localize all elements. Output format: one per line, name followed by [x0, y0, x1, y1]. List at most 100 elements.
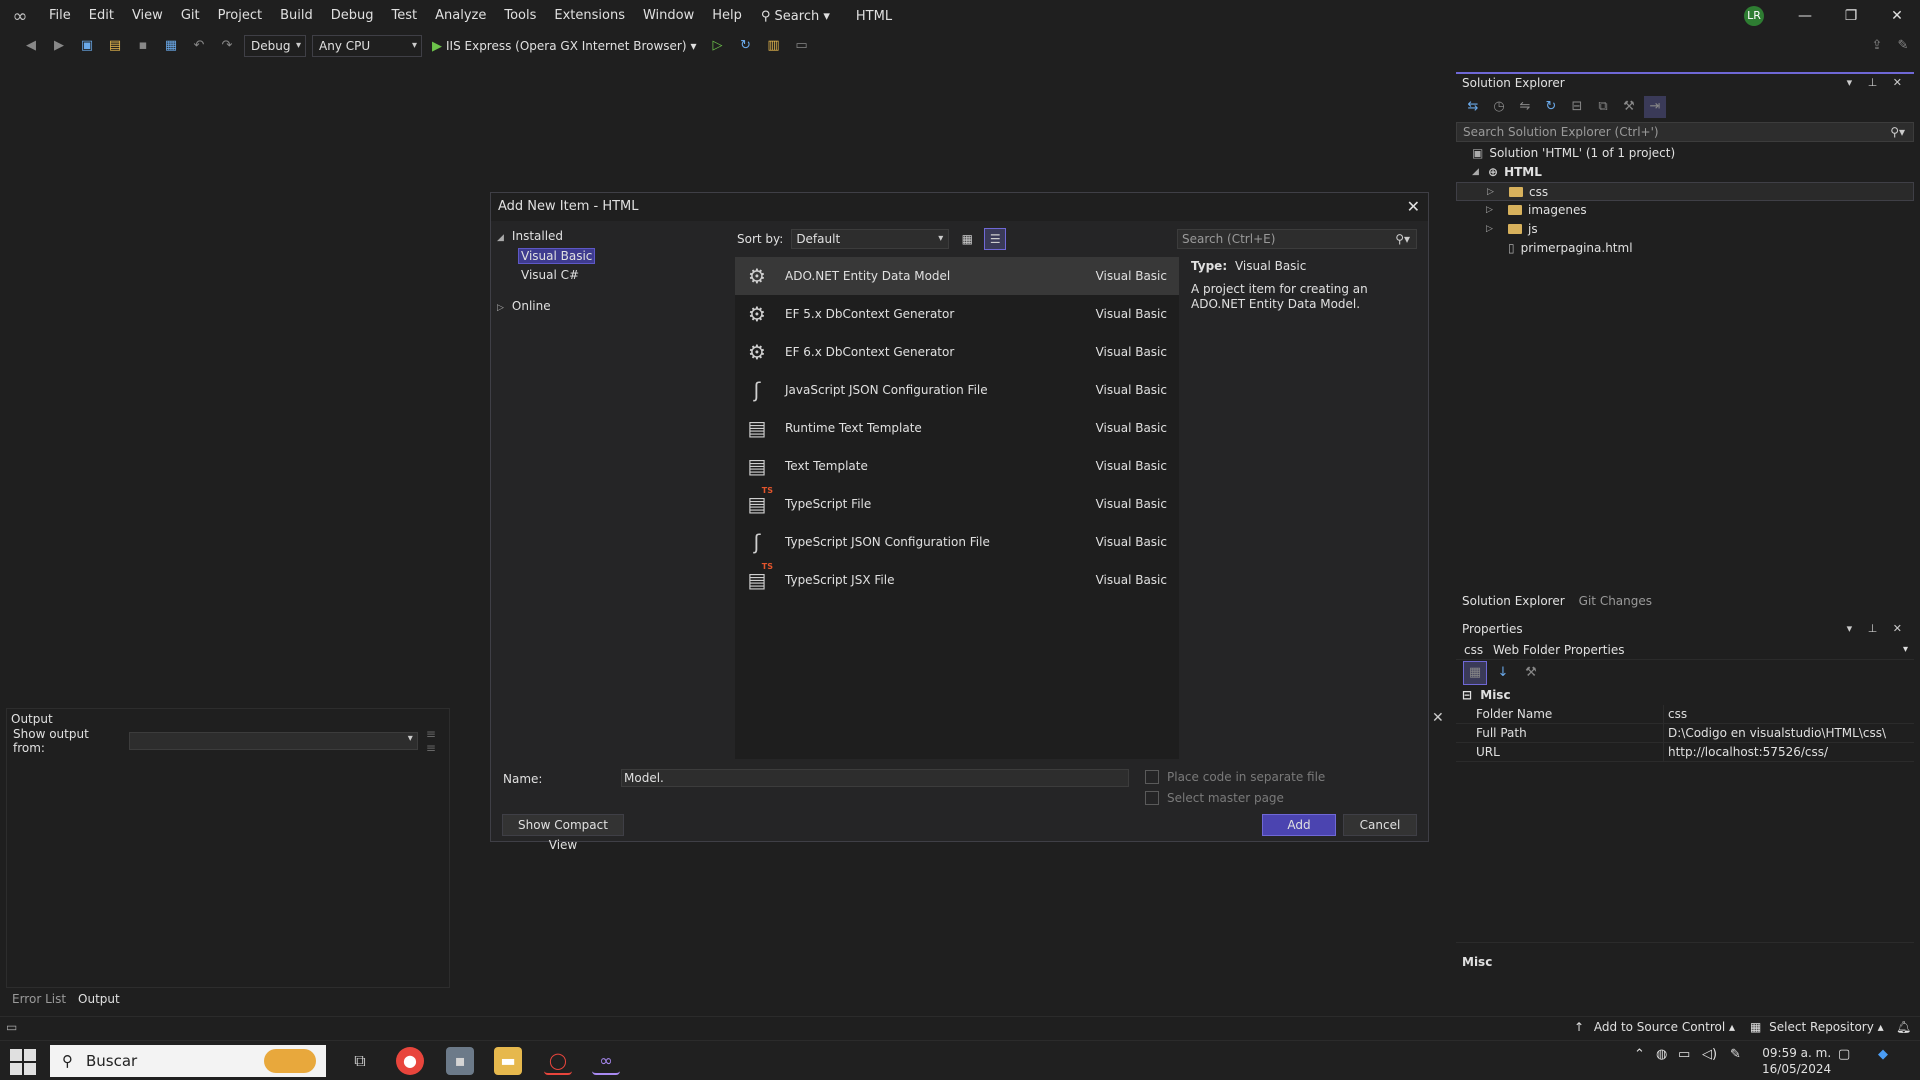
menu-file[interactable]: File	[40, 0, 80, 32]
collapsed-icon[interactable]: ▷	[1486, 220, 1493, 239]
menu-git[interactable]: Git	[172, 0, 209, 32]
notifications-icon[interactable]: ▢	[1838, 1047, 1850, 1062]
collapsed-icon[interactable]: ▷	[1487, 183, 1494, 202]
tab-git-changes[interactable]: Git Changes	[1579, 594, 1652, 608]
chrome-icon[interactable]: ●	[396, 1047, 424, 1075]
save-icon[interactable]: ▪	[132, 35, 154, 57]
list-item[interactable]: ʃ TypeScript JSON Configuration File Vis…	[735, 523, 1179, 561]
tree-folder-css[interactable]: ▷ css	[1456, 182, 1914, 201]
category-online[interactable]: ▷ Online	[497, 299, 551, 313]
collapse-icon[interactable]: ⊟	[1462, 688, 1472, 702]
solution-explorer-search[interactable]: Search Solution Explorer (Ctrl+') ⚲▾	[1456, 122, 1914, 142]
properties-wrench-icon[interactable]: ⚒	[1618, 96, 1640, 118]
refresh-icon[interactable]: ↻	[735, 35, 757, 57]
platform-select[interactable]: Any CPU	[312, 35, 422, 57]
tray-icon[interactable]: ◍	[1656, 1047, 1667, 1062]
forward-icon[interactable]: ▶	[48, 35, 70, 57]
list-item[interactable]: ⚙ ADO.NET Entity Data Model Visual Basic	[735, 257, 1179, 295]
property-value[interactable]: http://localhost:57526/css/	[1664, 743, 1828, 761]
category-visual-basic[interactable]: Visual Basic	[517, 248, 596, 264]
menu-help[interactable]: Help	[703, 0, 751, 32]
property-value[interactable]: D:\Codigo en visualstudio\HTML\css\	[1664, 724, 1886, 742]
properties-object-select[interactable]: css Web Folder Properties ▾	[1456, 640, 1914, 660]
tree-folder-js[interactable]: ▷ js	[1456, 220, 1914, 239]
volume-icon[interactable]: ◁)	[1702, 1047, 1717, 1062]
menu-analyze[interactable]: Analyze	[426, 0, 495, 32]
place-code-checkbox[interactable]: Place code in separate file	[1145, 770, 1325, 784]
avatar[interactable]: LR	[1744, 6, 1764, 26]
list-item[interactable]: ▤ Runtime Text Template Visual Basic	[735, 409, 1179, 447]
configuration-select[interactable]: Debug	[244, 35, 306, 57]
pen-icon[interactable]: ✎	[1730, 1047, 1741, 1062]
browse-icon[interactable]: ▥	[763, 35, 785, 57]
new-project-icon[interactable]: ▣	[76, 35, 98, 57]
app-icon[interactable]: ▪	[446, 1047, 474, 1075]
refresh-icon[interactable]: ↻	[1540, 96, 1562, 118]
tab-error-list[interactable]: Error List	[12, 992, 66, 1006]
list-item[interactable]: ▤ TS TypeScript JSX File Visual Basic	[735, 561, 1179, 599]
chevron-up-icon[interactable]: ⌃	[1634, 1047, 1645, 1062]
expanded-icon[interactable]: ◢	[1472, 163, 1479, 182]
tree-folder-imagenes[interactable]: ▷ imagenes	[1456, 201, 1914, 220]
list-item[interactable]: ⚙ EF 6.x DbContext Generator Visual Basi…	[735, 333, 1179, 371]
alphabetical-icon[interactable]: ↓	[1492, 662, 1514, 684]
property-row[interactable]: URL http://localhost:57526/css/	[1456, 743, 1914, 762]
task-view-icon[interactable]: ⧉	[346, 1047, 374, 1075]
property-pages-icon[interactable]: ⚒	[1520, 662, 1542, 684]
taskbar-search[interactable]: ⚲ Buscar	[50, 1045, 326, 1077]
restore-icon[interactable]: ❐	[1828, 0, 1874, 32]
property-category[interactable]: ⊟ Misc	[1456, 686, 1914, 705]
collapse-all-icon[interactable]: ⊟	[1566, 96, 1588, 118]
grid-view-icon[interactable]: ▦	[957, 229, 977, 249]
notification-status-icon[interactable]: ▭	[6, 1020, 17, 1034]
property-value[interactable]: css	[1664, 705, 1687, 723]
menu-debug[interactable]: Debug	[322, 0, 383, 32]
feedback-icon[interactable]: ✎	[1892, 35, 1914, 57]
cancel-button[interactable]: Cancel	[1343, 814, 1417, 836]
panel-controls[interactable]: ▾ ⊥ ✕	[1847, 622, 1908, 638]
windows-start-icon[interactable]	[10, 1049, 36, 1075]
tab-solution-explorer[interactable]: Solution Explorer	[1462, 594, 1565, 608]
select-repository-button[interactable]: ▦ Select Repository ▴	[1750, 1020, 1884, 1034]
search-menu[interactable]: ⚲ Search ▾	[751, 9, 840, 24]
menu-test[interactable]: Test	[383, 0, 427, 32]
bell-icon[interactable]: 🔔︎	[1896, 1020, 1911, 1034]
tab-output[interactable]: Output	[78, 992, 120, 1006]
copilot-icon[interactable]: ◆	[1878, 1047, 1888, 1062]
network-icon[interactable]: ▭	[1678, 1047, 1690, 1062]
menu-tools[interactable]: Tools	[495, 0, 545, 32]
categorized-icon[interactable]: ▦	[1463, 661, 1487, 685]
close-icon[interactable]: ✕	[1874, 0, 1920, 32]
add-source-control-button[interactable]: ↑ Add to Source Control ▴	[1574, 1020, 1735, 1034]
tree-project[interactable]: ◢ ⊕ HTML	[1456, 163, 1914, 182]
undo-icon[interactable]: ↶	[188, 35, 210, 57]
back-icon[interactable]: ◀	[20, 35, 42, 57]
tree-file[interactable]: ▯ primerpagina.html	[1456, 239, 1914, 258]
menu-extensions[interactable]: Extensions	[545, 0, 634, 32]
layout-icon[interactable]: ▭	[791, 35, 813, 57]
minimize-icon[interactable]: —	[1782, 0, 1828, 32]
list-view-icon[interactable]: ☰	[984, 228, 1007, 250]
menu-edit[interactable]: Edit	[80, 0, 123, 32]
category-installed[interactable]: ◢ Installed	[497, 229, 563, 243]
list-item[interactable]: ▤ Text Template Visual Basic	[735, 447, 1179, 485]
show-all-files-icon[interactable]: ⧉	[1592, 96, 1614, 118]
switch-views-icon[interactable]: ⇆	[1462, 96, 1484, 118]
close-icon[interactable]: ✕	[1432, 710, 1444, 726]
history-icon[interactable]: ◷	[1488, 96, 1510, 118]
preview-icon[interactable]: ⇥	[1644, 96, 1666, 118]
name-input[interactable]: Model.	[621, 769, 1129, 787]
add-button[interactable]: Add	[1262, 814, 1336, 836]
select-master-checkbox[interactable]: Select master page	[1145, 791, 1284, 805]
list-item[interactable]: ʃ JavaScript JSON Configuration File Vis…	[735, 371, 1179, 409]
list-item[interactable]: ⚙ EF 5.x DbContext Generator Visual Basi…	[735, 295, 1179, 333]
sort-by-select[interactable]: Default	[791, 229, 950, 249]
share-icon[interactable]: ⇪	[1866, 35, 1888, 57]
property-row[interactable]: Folder Name css	[1456, 705, 1914, 724]
file-explorer-icon[interactable]: ▬	[494, 1047, 522, 1075]
output-toolbar-icon[interactable]: ≡ ≡	[426, 727, 449, 755]
visual-studio-logo-icon[interactable]: ∞	[0, 0, 40, 32]
property-row[interactable]: Full Path D:\Codigo en visualstudio\HTML…	[1456, 724, 1914, 743]
save-all-icon[interactable]: ▦	[160, 35, 182, 57]
menu-project[interactable]: Project	[209, 0, 271, 32]
